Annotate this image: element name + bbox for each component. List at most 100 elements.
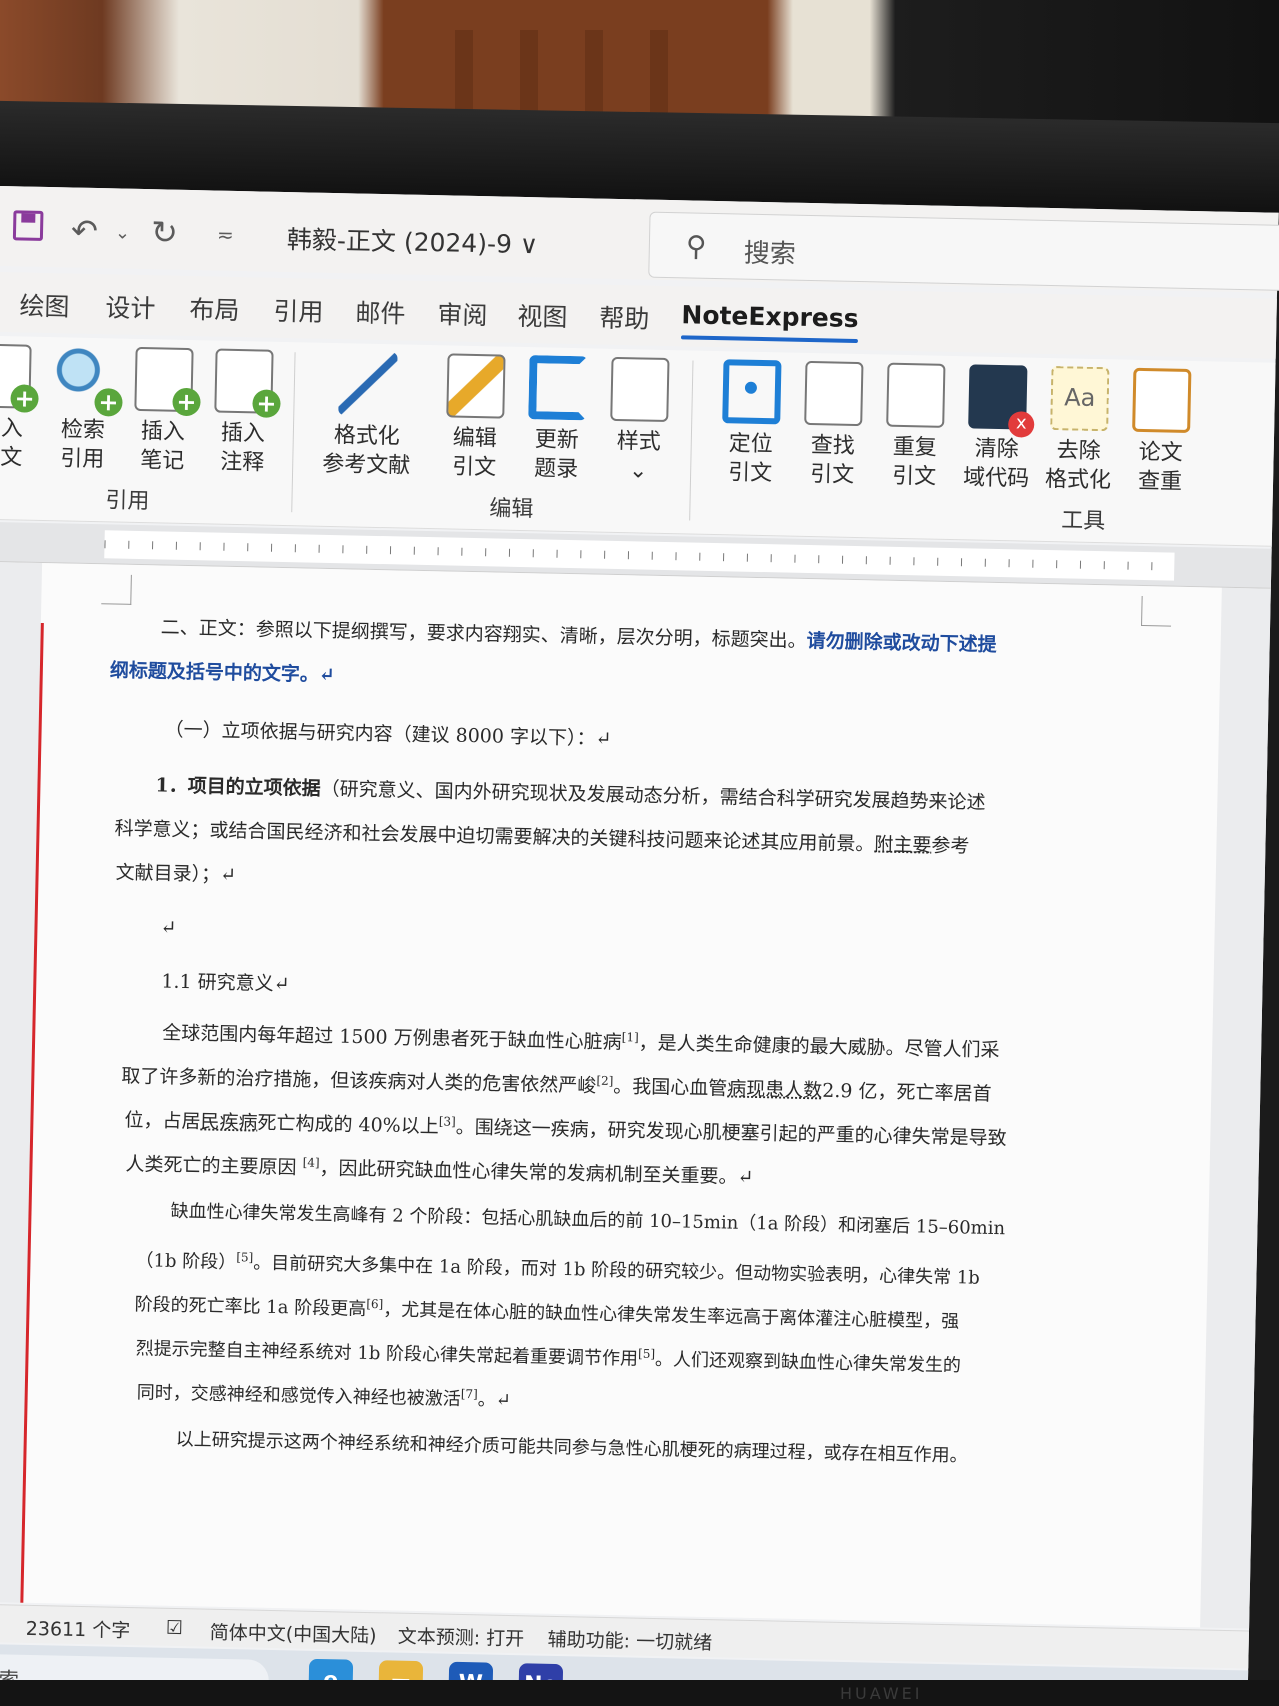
font-eraser-icon: Aa	[1050, 366, 1110, 432]
basis-text-ref: 参考	[931, 834, 970, 858]
style-button[interactable]: 样式 ⌄	[598, 356, 681, 487]
group-label-tools: 工具	[1060, 508, 1106, 535]
clipboard-icon	[1132, 367, 1192, 433]
document-page[interactable]: 二、正文：参照以下提纲撰写，要求内容翔实、清晰，层次分明，标题突出。请勿删除或改…	[19, 562, 1222, 1629]
update-list-label: 更新 题录	[533, 427, 580, 483]
paragraph-basis-end[interactable]: 文献目录）；↵	[115, 851, 236, 898]
basis-underline: 附主要	[874, 833, 932, 857]
crop-mark	[1141, 595, 1172, 627]
text-run: 取了许多新的治疗措施，但该疾病对人类的危害依然严峻	[121, 1065, 597, 1098]
heading-section-1[interactable]: （一）立项依据与研究内容（建议 8000 字以下）：↵	[164, 708, 612, 761]
heading-significance[interactable]: 1.1 研究意义↵	[161, 960, 290, 1007]
style-icon	[610, 356, 670, 423]
accessibility-status[interactable]: 辅助功能: 一切就绪	[547, 1625, 712, 1655]
tab-view[interactable]: 视图	[517, 297, 568, 334]
search-input[interactable]: ⚲ 搜索	[648, 211, 1279, 291]
proofing-icon[interactable]: ☑	[166, 1617, 184, 1639]
undo-icon[interactable]: ↶	[71, 212, 99, 251]
insert-cite-icon	[0, 343, 32, 409]
citation[interactable]: [3]	[439, 1114, 456, 1128]
insert-note-button[interactable]: 插入 笔记	[122, 346, 205, 477]
word-window: ↶ ⌄ ↻ ≂ 韩毅-正文 (2024)-9 ∨ ⚲ 搜索 绘图 设计 布局 引…	[0, 186, 1279, 1706]
clear-code-button[interactable]: 清除 域代码	[956, 364, 1039, 494]
citation[interactable]: [4]	[303, 1156, 320, 1170]
citation[interactable]: [7]	[461, 1387, 478, 1401]
tab-layout[interactable]: 布局	[189, 290, 240, 327]
intro-warning: 请勿删除或改动下述提	[806, 629, 997, 656]
insert-annotation-label: 插入 注释	[219, 420, 266, 476]
citation[interactable]: [5]	[236, 1250, 253, 1264]
text-run: 。我国心血管	[613, 1075, 728, 1100]
insert-note-label: 插入 笔记	[140, 419, 186, 474]
text-run: 全球范围内每年超过 1500 万例患者死于缺血性心脏病	[162, 1021, 622, 1054]
text-run: 阶段的死亡率比 1a 阶段更高	[134, 1294, 367, 1320]
tab-design[interactable]: 设计	[105, 288, 156, 325]
empty-paragraph[interactable]: ↵	[160, 906, 177, 950]
tab-mailings[interactable]: 邮件	[355, 293, 406, 330]
intro-text: 二、正文：参照以下提纲撰写，要求内容翔实、清晰，层次分明，标题突出。	[160, 616, 807, 652]
tab-help[interactable]: 帮助	[599, 299, 650, 336]
customize-toolbar-icon[interactable]: ≂	[217, 223, 234, 247]
document-title[interactable]: 韩毅-正文 (2024)-9 ∨	[287, 220, 539, 261]
search-cite-button[interactable]: 检索 引用	[42, 345, 125, 475]
group-label-cite: 引用	[105, 488, 150, 515]
duplicate-icon	[886, 362, 946, 428]
find-cite-button[interactable]: 查找 引文	[792, 360, 875, 491]
text-run: 位，占居	[124, 1109, 201, 1133]
search-cite-icon	[54, 345, 114, 411]
format-refs-button[interactable]: 格式化 参考文献	[306, 350, 429, 480]
crop-mark	[101, 574, 132, 605]
locate-cite-button[interactable]: 定位 引文	[710, 359, 793, 489]
insert-annotation-button[interactable]: 插入 注释	[202, 348, 285, 478]
edit-cite-button[interactable]: 编辑 引文	[434, 353, 517, 483]
edit-cite-label: 编辑 引文	[451, 425, 498, 481]
tab-references[interactable]: 引用	[273, 292, 324, 329]
basis-heading: 1．项目的立项依据	[155, 774, 321, 800]
text-run: ，因此研究缺血性心律失常的发病机制至关重要。↵	[319, 1157, 754, 1189]
text-run: （1b 阶段）	[135, 1250, 237, 1274]
format-refs-label: 格式化 参考文献	[321, 423, 411, 479]
update-list-button[interactable]: 更新 题录	[516, 355, 599, 485]
search-placeholder: 搜索	[743, 238, 797, 270]
insert-annotation-icon	[214, 348, 274, 414]
find-cite-icon	[804, 360, 864, 427]
brand-logo: HUAWEI	[840, 1684, 923, 1703]
undo-dropdown-icon[interactable]: ⌄	[115, 222, 131, 243]
save-icon[interactable]	[12, 210, 44, 241]
insert-cite-button[interactable]: 插入 引文	[0, 343, 43, 473]
tab-noteexpress[interactable]: NoteExpress	[681, 300, 859, 333]
code-icon	[968, 364, 1028, 430]
redo-icon[interactable]: ↻	[151, 213, 179, 252]
unformat-label: 去除 格式化	[1044, 438, 1112, 494]
dup-cite-label: 重复 引文	[891, 434, 937, 490]
search-icon: ⚲	[685, 229, 707, 263]
document-area[interactable]: 二、正文：参照以下提纲撰写，要求内容翔实、清晰，层次分明，标题突出。请勿删除或改…	[0, 561, 1271, 1629]
clear-code-label: 清除 域代码	[962, 436, 1030, 492]
citation[interactable]: [2]	[596, 1074, 613, 1088]
locate-cite-label: 定位 引文	[727, 431, 774, 487]
word-count[interactable]: 23611 个字	[26, 1614, 131, 1643]
text-run: 2.9 亿，死亡率居首	[822, 1079, 992, 1106]
citation[interactable]: [6]	[366, 1297, 383, 1311]
group-label-edit: 编辑	[489, 496, 534, 523]
insert-cite-label: 插入 引文	[0, 415, 24, 471]
ribbon: 插入 引文 检索 引用 插入 笔记 插入 注释 引用 格式化 参考文献 编辑 引…	[0, 335, 1276, 547]
dup-cite-button[interactable]: 重复 引文	[874, 362, 957, 492]
basis-text: （研究意义、国内外研究现状及发展动态分析，需结合科学研究发展趋势来论述	[320, 777, 986, 814]
search-cite-label: 检索 引用	[60, 417, 106, 473]
underlined-text: 民疾病	[200, 1110, 258, 1134]
plagiarism-check-button[interactable]: 论文 查重	[1120, 367, 1203, 498]
text-prediction[interactable]: 文本预测: 打开	[397, 1622, 524, 1652]
citation[interactable]: [5]	[638, 1347, 655, 1361]
find-cite-label: 查找 引文	[809, 433, 855, 488]
plagiarism-check-label: 论文 查重	[1137, 439, 1183, 495]
pencil-icon	[446, 353, 506, 419]
group-divider	[689, 360, 694, 521]
intro-warning-cont: 纲标题及括号中的文字。↵	[109, 659, 335, 687]
text-run: 。人们还观察到缺血性心律失常发生的	[654, 1348, 962, 1377]
tab-draw[interactable]: 绘图	[19, 286, 70, 323]
unformat-button[interactable]: Aa 去除 格式化	[1038, 366, 1121, 496]
language-indicator[interactable]: 简体中文(中国大陆)	[209, 1618, 377, 1648]
tab-review[interactable]: 审阅	[437, 295, 488, 332]
citation[interactable]: [1]	[622, 1030, 639, 1044]
